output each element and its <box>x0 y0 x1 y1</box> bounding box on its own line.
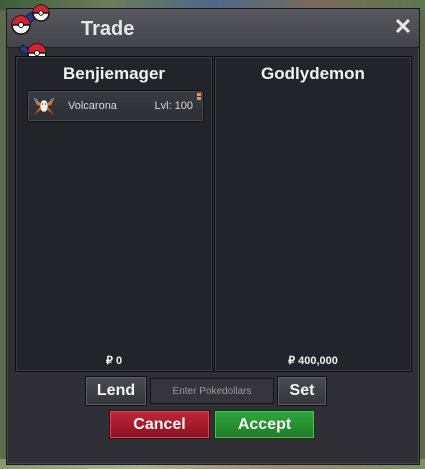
volcarona-sprite-icon <box>33 97 55 115</box>
set-money-button[interactable]: Set <box>277 376 327 406</box>
my-offered-money: ₽ 0 <box>105 355 123 367</box>
my-offer-panel: Benjiemager Volcarona Lvl: 100 ₽ 0 <box>15 56 213 372</box>
item-flag-icon <box>197 93 201 103</box>
accept-button[interactable]: Accept <box>214 410 315 439</box>
window-title: Trade <box>81 18 135 40</box>
pokemon-level: Lvl: 100 <box>154 100 193 112</box>
partner-offered-money: ₽ 400,000 <box>288 355 338 367</box>
trade-window: Trade ✕ Benjiemager Volcarona Lvl: 100 ₽… <box>6 4 420 465</box>
close-icon[interactable]: ✕ <box>393 16 413 38</box>
my-trainer-name: Benjiemager <box>62 64 166 83</box>
partner-trainer-name: Godlydemon <box>261 64 365 83</box>
pokedollars-input[interactable] <box>150 378 274 404</box>
offered-pokemon-slot[interactable]: Volcarona Lvl: 100 <box>27 90 204 122</box>
cancel-button[interactable]: Cancel <box>109 410 210 439</box>
partner-offer-panel: Godlydemon ₽ 400,000 <box>214 56 412 372</box>
pokemon-name: Volcarona <box>68 100 117 112</box>
lend-button[interactable]: Lend <box>85 376 147 406</box>
